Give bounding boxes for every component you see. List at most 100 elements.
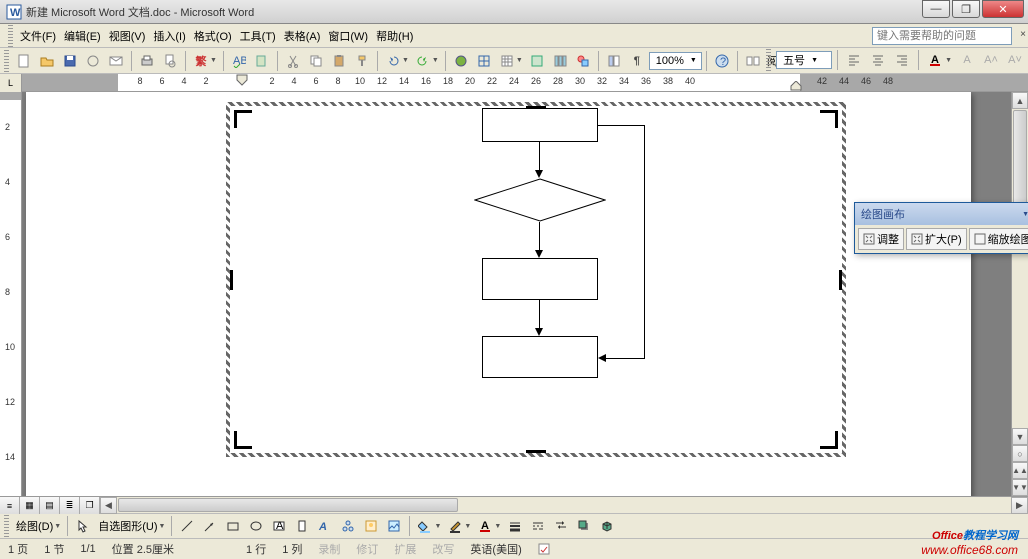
vertical-ruler[interactable]: 2 4 6 8 10 12 14 [0, 92, 22, 496]
horizontal-scrollbar[interactable]: ◀ ▶ [100, 497, 1028, 513]
dropdown-icon[interactable]: ▼ [434, 523, 443, 530]
next-page-button[interactable]: ▼▼ [1012, 479, 1028, 496]
dropdown-icon[interactable]: ▼ [516, 57, 525, 64]
toolbar-grip[interactable] [4, 515, 9, 537]
right-indent-marker-icon[interactable] [790, 81, 802, 91]
diagram-icon[interactable] [337, 515, 359, 537]
cut-icon[interactable] [282, 50, 304, 72]
insert-table-icon[interactable] [496, 50, 518, 72]
permission-icon[interactable] [82, 50, 104, 72]
status-ext[interactable]: 扩展 [394, 541, 416, 557]
dropdown-icon[interactable]: ▼ [402, 57, 411, 64]
dropdown-icon[interactable]: ▼ [494, 523, 503, 530]
scroll-down-button[interactable]: ▼ [1012, 428, 1028, 445]
fill-color-icon[interactable] [414, 515, 436, 537]
menu-insert[interactable]: 插入(I) [149, 26, 189, 46]
autoshapes-menu[interactable]: 自选图形(U) [95, 518, 160, 534]
toolbar-grip[interactable] [8, 25, 13, 47]
read-mode-icon[interactable] [742, 50, 764, 72]
rectangle-icon[interactable] [222, 515, 244, 537]
status-language[interactable]: 英语(美国) [470, 541, 521, 557]
crop-handle[interactable] [820, 431, 838, 449]
scroll-thumb[interactable] [1013, 110, 1027, 217]
zoom-combo[interactable]: 100%▼ [649, 52, 702, 70]
dropdown-icon[interactable]: ▼ [54, 523, 63, 530]
line-color-icon[interactable] [444, 515, 466, 537]
flowchart-decision-diamond[interactable] [474, 178, 606, 222]
float-toolbar-title[interactable]: 绘图画布▼ [855, 203, 1028, 225]
indent-marker-icon[interactable] [236, 74, 248, 91]
email-icon[interactable] [105, 50, 127, 72]
status-rev[interactable]: 修订 [356, 541, 378, 557]
columns-icon[interactable] [549, 50, 571, 72]
crop-handle[interactable] [234, 431, 252, 449]
fit-button[interactable]: 调整 [858, 228, 904, 250]
status-ovr[interactable]: 改写 [432, 541, 454, 557]
menu-tools[interactable]: 工具(T) [236, 26, 280, 46]
prev-page-button[interactable]: ▲▲ [1012, 462, 1028, 479]
align-left-icon[interactable] [843, 49, 865, 71]
save-icon[interactable] [59, 50, 81, 72]
flowchart-process-box[interactable] [482, 336, 598, 378]
redo-icon[interactable] [412, 50, 434, 72]
traditional-simplified-icon[interactable]: 繁 [190, 50, 212, 72]
drawing-canvas[interactable] [226, 102, 846, 457]
font-color-draw-icon[interactable]: A [474, 515, 496, 537]
spelling-icon[interactable]: ABC [228, 50, 250, 72]
paste-icon[interactable] [328, 50, 350, 72]
drawing-icon[interactable] [572, 50, 594, 72]
print-layout-view-button[interactable]: ▤ [40, 497, 60, 514]
web-view-button[interactable]: ▦ [20, 497, 40, 514]
research-icon[interactable] [251, 50, 273, 72]
3d-icon[interactable] [596, 515, 618, 537]
close-button[interactable]: ✕ [982, 0, 1024, 18]
document-page[interactable] [26, 92, 971, 496]
scale-drawing-button[interactable]: 缩放绘图 [969, 228, 1028, 250]
help-search-input[interactable] [872, 27, 1012, 45]
show-marks-icon[interactable]: ¶ [626, 50, 648, 72]
status-rec[interactable]: 录制 [318, 541, 340, 557]
dash-style-icon[interactable] [527, 515, 549, 537]
horizontal-ruler[interactable]: L 8 6 4 2 2 4 6 8 10 12 14 16 18 20 22 2… [0, 74, 1028, 92]
expand-button[interactable]: 扩大(P) [906, 228, 967, 250]
hyperlink-icon[interactable] [450, 50, 472, 72]
arrow-style-icon[interactable] [550, 515, 572, 537]
print-icon[interactable] [136, 50, 158, 72]
help-icon[interactable]: ? [711, 50, 733, 72]
vertical-textbox-icon[interactable] [291, 515, 313, 537]
new-doc-icon[interactable] [13, 50, 35, 72]
oval-icon[interactable] [245, 515, 267, 537]
dropdown-icon[interactable]: ▼ [210, 57, 219, 64]
menu-view[interactable]: 视图(V) [105, 26, 150, 46]
menu-format[interactable]: 格式(O) [190, 26, 236, 46]
char-scaling-icon[interactable]: A [956, 49, 978, 71]
scroll-right-button[interactable]: ▶ [1011, 497, 1028, 514]
toolbar-grip[interactable] [4, 50, 9, 72]
undo-icon[interactable] [382, 50, 404, 72]
resize-handle[interactable] [230, 270, 233, 290]
reading-view-button[interactable]: ❐ [80, 497, 100, 514]
menu-close-icon[interactable]: × [1020, 29, 1026, 40]
maximize-button[interactable]: ❐ [952, 0, 980, 18]
excel-icon[interactable] [526, 50, 548, 72]
clipart-icon[interactable] [360, 515, 382, 537]
tables-borders-icon[interactable] [473, 50, 495, 72]
print-preview-icon[interactable] [159, 50, 181, 72]
menu-edit[interactable]: 编辑(E) [60, 26, 105, 46]
shadow-icon[interactable] [573, 515, 595, 537]
font-size-combo[interactable]: 五号▼ [776, 51, 832, 69]
menu-file[interactable]: 文件(F) [16, 26, 60, 46]
spell-status-icon[interactable] [538, 542, 552, 556]
wordart-icon[interactable]: A [314, 515, 336, 537]
insert-picture-icon[interactable] [383, 515, 405, 537]
line-style-icon[interactable] [504, 515, 526, 537]
dropdown-icon[interactable]: ▼ [159, 523, 168, 530]
minimize-button[interactable]: — [922, 0, 950, 18]
doc-map-icon[interactable] [603, 50, 625, 72]
crop-handle[interactable] [820, 110, 838, 128]
normal-view-button[interactable]: ≡ [0, 497, 20, 514]
flowchart-process-box[interactable] [482, 108, 598, 142]
menu-window[interactable]: 窗口(W) [324, 26, 372, 46]
shrink-font-icon[interactable]: A˅ [1004, 49, 1026, 71]
dropdown-icon[interactable]: ▼ [945, 57, 954, 64]
